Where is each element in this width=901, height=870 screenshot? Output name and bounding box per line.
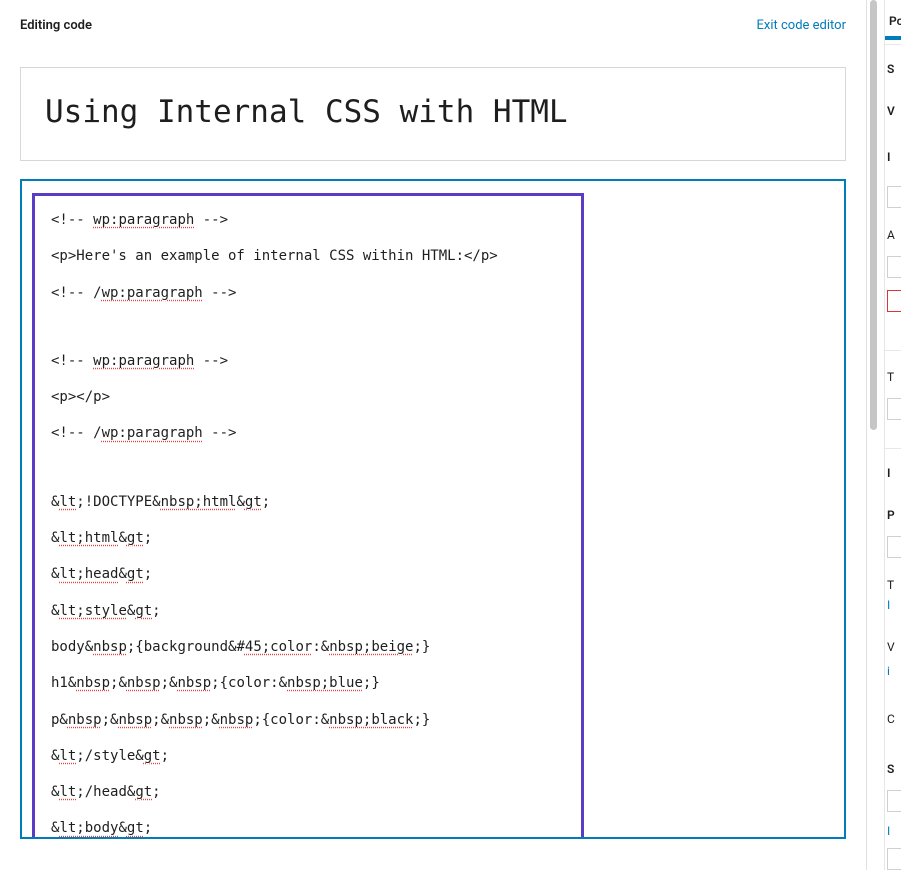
spellcheck-squiggle: wp:paragraph bbox=[93, 353, 194, 369]
viewport: { "topbar": { "editing_label": "Editing … bbox=[0, 0, 901, 870]
spellcheck-squiggle: lt;style bbox=[59, 603, 126, 619]
spellcheck-squiggle: nbsp bbox=[220, 712, 254, 728]
spellcheck-squiggle: nbsp bbox=[169, 712, 203, 728]
code-line: &lt;body&gt; bbox=[51, 818, 565, 838]
spellcheck-squiggle: lt;body bbox=[59, 820, 118, 836]
editor-topbar: Editing code Exit code editor bbox=[20, 18, 846, 33]
spellcheck-squiggle: lt bbox=[59, 784, 76, 800]
sidebar-item: T bbox=[887, 578, 894, 592]
code-blank-line bbox=[51, 460, 565, 476]
spellcheck-squiggle: wp:paragraph bbox=[93, 212, 194, 228]
sidebar-sep bbox=[885, 44, 901, 45]
spellcheck-squiggle: nbsp bbox=[177, 675, 211, 691]
code-editor-textarea[interactable]: <!-- wp:paragraph --> <p>Here's an exampl… bbox=[32, 193, 584, 839]
sidebar-input[interactable] bbox=[887, 848, 901, 870]
code-line: <p>Here's an example of internal CSS wit… bbox=[51, 246, 565, 266]
code-line: <!-- /wp:paragraph --> bbox=[51, 283, 565, 303]
spellcheck-squiggle: lt bbox=[59, 748, 76, 764]
spellcheck-squiggle: 45;color bbox=[245, 639, 312, 655]
sidebar-input[interactable] bbox=[887, 536, 901, 558]
code-editor-focus-outline[interactable]: <!-- wp:paragraph --> <p>Here's an exampl… bbox=[20, 179, 846, 839]
spellcheck-squiggle: gt bbox=[127, 820, 144, 836]
sidebar-link[interactable]: I bbox=[887, 598, 890, 612]
code-line: <!-- /wp:paragraph --> bbox=[51, 423, 565, 443]
spellcheck-squiggle: nbsp bbox=[68, 712, 102, 728]
sidebar-link[interactable]: I bbox=[887, 824, 890, 838]
sidebar-input[interactable] bbox=[887, 398, 901, 420]
sidebar-item: I bbox=[887, 150, 890, 164]
code-line: <!-- wp:paragraph --> bbox=[51, 210, 565, 230]
post-title-box[interactable]: Using Internal CSS with HTML bbox=[20, 67, 846, 161]
code-line: &lt;/style&gt; bbox=[51, 746, 565, 766]
sidebar-item: I bbox=[887, 466, 890, 480]
code-line: &lt;/head&gt; bbox=[51, 782, 565, 802]
sidebar-item: A bbox=[887, 228, 895, 242]
spellcheck-squiggle: gt bbox=[127, 530, 144, 546]
sidebar-tab-underline bbox=[884, 36, 901, 40]
code-line: <p></p> bbox=[51, 387, 565, 407]
code-line: h1&nbsp;&nbsp;&nbsp;{color:&nbsp;blue;} bbox=[51, 673, 565, 693]
code-line: <!-- wp:paragraph --> bbox=[51, 351, 565, 371]
exit-code-editor-button[interactable]: Exit code editor bbox=[757, 18, 846, 33]
code-line: body&nbsp;{background&#45;color:&nbsp;be… bbox=[51, 637, 565, 657]
spellcheck-squiggle: wp:paragraph bbox=[102, 425, 203, 441]
spellcheck-squiggle: nbsp bbox=[118, 712, 152, 728]
spellcheck-squiggle: lt bbox=[59, 494, 76, 510]
sidebar-item: V bbox=[887, 104, 895, 118]
spellcheck-squiggle: gt bbox=[245, 494, 262, 510]
sidebar-item: P bbox=[887, 508, 895, 522]
sidebar-item: V bbox=[887, 640, 895, 654]
spellcheck-squiggle: gt bbox=[144, 748, 161, 764]
code-blank-line bbox=[51, 319, 565, 335]
spellcheck-squiggle: nbsp bbox=[76, 675, 110, 691]
scrollbar-thumb[interactable] bbox=[870, 0, 877, 430]
vertical-scrollbar[interactable] bbox=[870, 0, 877, 870]
spellcheck-squiggle: nbsp;html bbox=[161, 494, 237, 510]
spellcheck-squiggle: nbsp;beige bbox=[329, 639, 413, 655]
settings-sidebar-cropped: Post S V I A T I P T I V i C S I bbox=[884, 0, 901, 870]
sidebar-input[interactable] bbox=[887, 186, 901, 208]
spellcheck-squiggle: lt;html bbox=[59, 530, 118, 546]
code-line: &lt;style&gt; bbox=[51, 601, 565, 621]
spellcheck-squiggle: nbsp bbox=[93, 639, 127, 655]
sidebar-input[interactable] bbox=[887, 790, 901, 812]
spellcheck-squiggle: gt bbox=[135, 784, 152, 800]
sidebar-item: T bbox=[887, 370, 894, 384]
editing-code-label: Editing code bbox=[20, 18, 92, 33]
code-line: &lt;head&gt; bbox=[51, 564, 565, 584]
spellcheck-squiggle: nbsp;black bbox=[329, 712, 413, 728]
vertical-separator bbox=[866, 0, 867, 870]
sidebar-item: S bbox=[887, 62, 894, 76]
spellcheck-squiggle: nbsp bbox=[127, 675, 161, 691]
code-line: p&nbsp;&nbsp;&nbsp;&nbsp;{color:&nbsp;bl… bbox=[51, 710, 565, 730]
sidebar-item: S bbox=[887, 762, 894, 776]
sidebar-sep bbox=[885, 448, 901, 449]
code-line: &lt;html&gt; bbox=[51, 528, 565, 548]
sidebar-input-error[interactable] bbox=[887, 290, 901, 312]
spellcheck-squiggle: gt bbox=[127, 566, 144, 582]
sidebar-tab-post[interactable]: Post bbox=[889, 14, 901, 28]
main-column: Editing code Exit code editor Using Inte… bbox=[0, 0, 866, 870]
spellcheck-squiggle: nbsp;blue bbox=[287, 675, 363, 691]
spellcheck-squiggle: wp:paragraph bbox=[102, 285, 203, 301]
sidebar-input[interactable] bbox=[887, 256, 901, 278]
sidebar-link[interactable]: i bbox=[887, 664, 890, 678]
code-line: &lt;!DOCTYPE&nbsp;html&gt; bbox=[51, 492, 565, 512]
spellcheck-squiggle: lt;head bbox=[59, 566, 118, 582]
sidebar-item: C bbox=[887, 712, 895, 726]
sidebar-sep bbox=[885, 350, 901, 351]
spellcheck-squiggle: gt bbox=[135, 603, 152, 619]
post-title-input[interactable]: Using Internal CSS with HTML bbox=[45, 94, 821, 130]
